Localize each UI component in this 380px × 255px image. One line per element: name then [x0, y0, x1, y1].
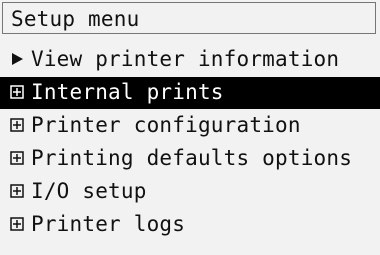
menu-item-label: View printer information — [31, 47, 340, 71]
menu-item-view-printer-information[interactable]: View printer information — [0, 44, 380, 76]
plus-box-icon — [10, 85, 24, 99]
menu-item-label: I/O setup — [31, 179, 147, 203]
menu-item-io-setup[interactable]: I/O setup — [0, 176, 380, 208]
menu-item-label: Printer logs — [31, 212, 186, 236]
menu-item-label: Printer configuration — [31, 113, 301, 137]
menu-item-printer-logs[interactable]: Printer logs — [0, 209, 380, 241]
plus-box-icon — [10, 184, 24, 198]
plus-box-icon — [10, 217, 24, 231]
menu-item-label: Internal prints — [31, 80, 224, 104]
menu-item-printing-defaults-options[interactable]: Printing defaults options — [0, 143, 380, 175]
printer-lcd-screen: Setup menu View printer information Inte… — [0, 0, 380, 255]
menu-title-bar: Setup menu — [2, 2, 376, 34]
setup-menu-list: View printer information Internal prints — [0, 44, 380, 242]
menu-item-printer-configuration[interactable]: Printer configuration — [0, 110, 380, 142]
menu-title: Setup menu — [11, 7, 140, 31]
menu-item-internal-prints[interactable]: Internal prints — [0, 77, 380, 109]
arrow-right-icon — [10, 52, 24, 66]
plus-box-icon — [10, 118, 24, 132]
menu-item-label: Printing defaults options — [31, 146, 353, 170]
plus-box-icon — [10, 151, 24, 165]
